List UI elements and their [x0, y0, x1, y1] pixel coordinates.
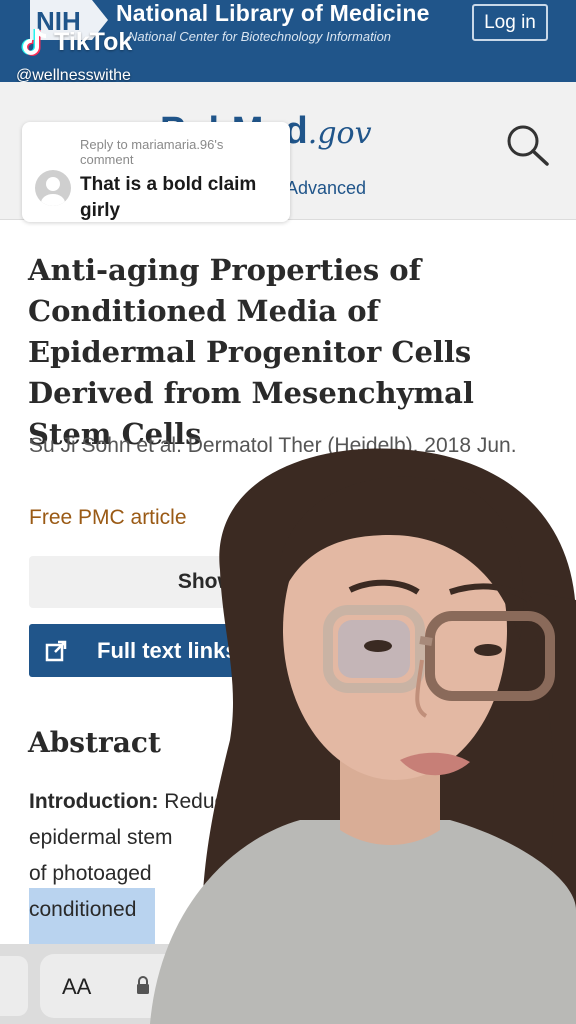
creator-video-overlay — [150, 448, 576, 1024]
login-button[interactable]: Log in — [472, 4, 548, 41]
tiktok-logo: TikTok — [20, 26, 132, 58]
reply-comment-bubble: Reply to mariamaria.96's comment That is… — [22, 122, 290, 222]
avatar-icon — [41, 177, 65, 206]
lock-icon — [137, 976, 149, 994]
abstract-intro-label: Introduction: — [29, 790, 159, 813]
avatar — [35, 170, 71, 206]
reader-settings-button[interactable]: AA — [62, 974, 91, 1000]
previous-tab-pill[interactable] — [0, 956, 28, 1016]
ncbi-subtitle: National Center for Biotechnology Inform… — [128, 29, 392, 44]
tiktok-note-icon — [21, 28, 47, 56]
pubmed-logo-suffix: .gov — [307, 116, 372, 151]
external-link-icon — [45, 640, 67, 661]
article-title: Anti-aging Properties of Conditioned Med… — [28, 253, 474, 451]
tiktok-wordmark: TikTok — [54, 27, 133, 56]
reply-to-label: Reply to mariamaria.96's comment — [80, 137, 224, 167]
abstract-line-3: of photoaged — [29, 862, 152, 885]
reply-comment-text: That is a bold claim girly — [80, 174, 257, 221]
nlm-title: National Library of Medicine — [116, 0, 430, 26]
advanced-search-link[interactable]: Advanced — [286, 178, 366, 199]
abstract-line-4: conditioned — [29, 898, 137, 921]
abstract-heading: Abstract — [28, 726, 161, 759]
search-icon[interactable] — [504, 122, 550, 168]
